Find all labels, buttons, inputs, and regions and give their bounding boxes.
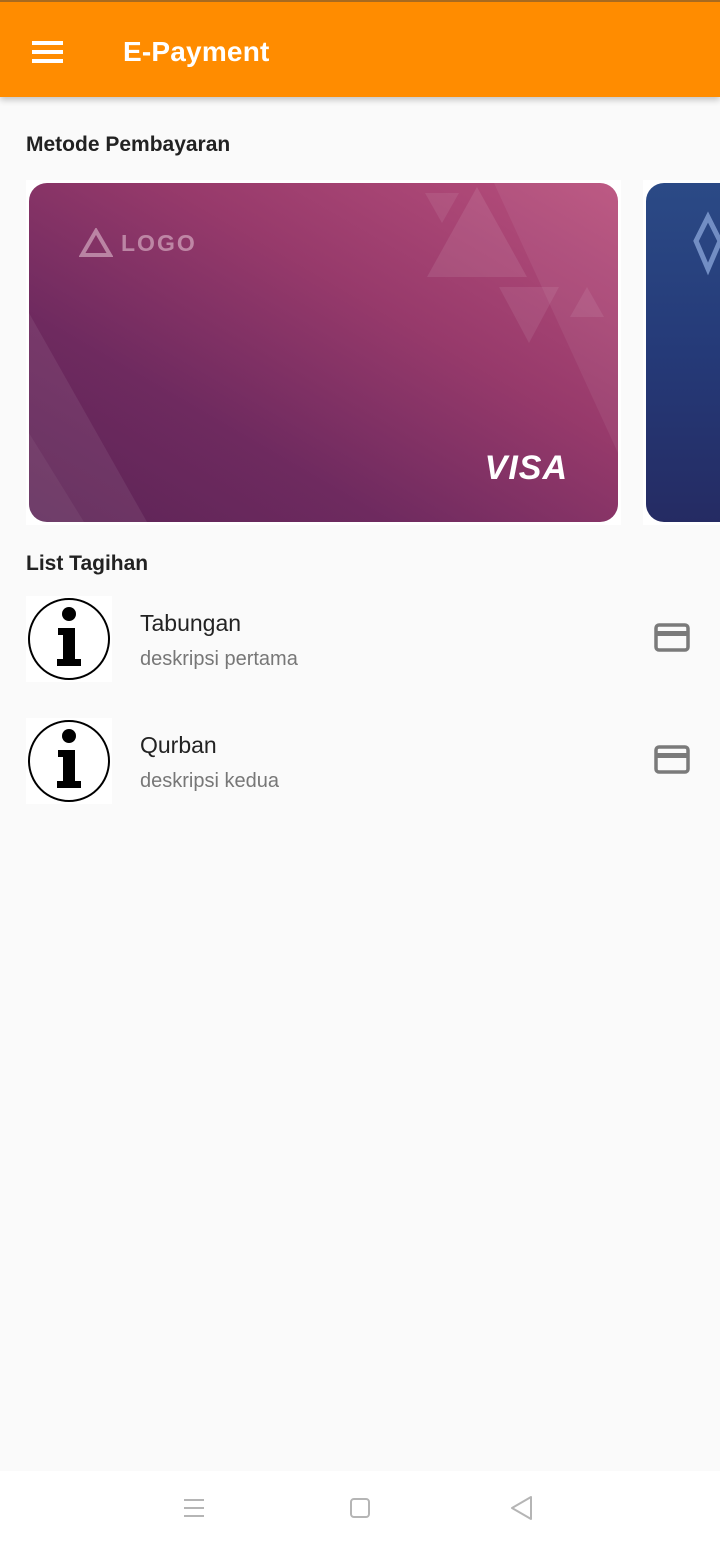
credit-card-icon[interactable] <box>650 740 694 780</box>
card-logo-text: LOGO <box>121 229 197 256</box>
payment-card-second[interactable] <box>646 183 720 522</box>
bill-item-qurban[interactable]: Qurban deskripsi kedua <box>0 718 720 826</box>
hamburger-menu-icon[interactable] <box>24 32 72 72</box>
card-brand-label: VISA <box>484 449 568 487</box>
bill-title: Tabungan <box>140 610 242 636</box>
back-icon[interactable] <box>502 1491 542 1525</box>
page-title: E-Payment <box>123 36 270 67</box>
triangle-logo-icon <box>79 228 113 257</box>
credit-card-icon[interactable] <box>650 618 694 658</box>
system-navigation-bar <box>0 1471 720 1544</box>
bill-subtitle: deskripsi pertama <box>140 648 298 670</box>
bill-list-heading: List Tagihan <box>26 552 149 575</box>
card-logo: LOGO <box>79 227 197 259</box>
payment-card-visa[interactable]: LOGO VISA <box>29 183 618 522</box>
info-icon <box>26 596 112 682</box>
home-icon[interactable] <box>340 1491 380 1525</box>
info-icon <box>26 718 112 804</box>
payment-card-carousel[interactable]: LOGO VISA <box>26 180 720 525</box>
diamond-logo-icon <box>693 211 720 276</box>
bill-subtitle: deskripsi kedua <box>140 770 279 792</box>
payment-card-frame-2 <box>643 180 720 525</box>
recent-apps-icon[interactable] <box>174 1491 214 1525</box>
payment-card-frame: LOGO VISA <box>26 180 621 525</box>
bill-item-tabungan[interactable]: Tabungan deskripsi pertama <box>0 596 720 704</box>
bill-title: Qurban <box>140 732 217 758</box>
app-bar: E-Payment <box>0 0 720 97</box>
payment-methods-heading: Metode Pembayaran <box>26 133 231 156</box>
